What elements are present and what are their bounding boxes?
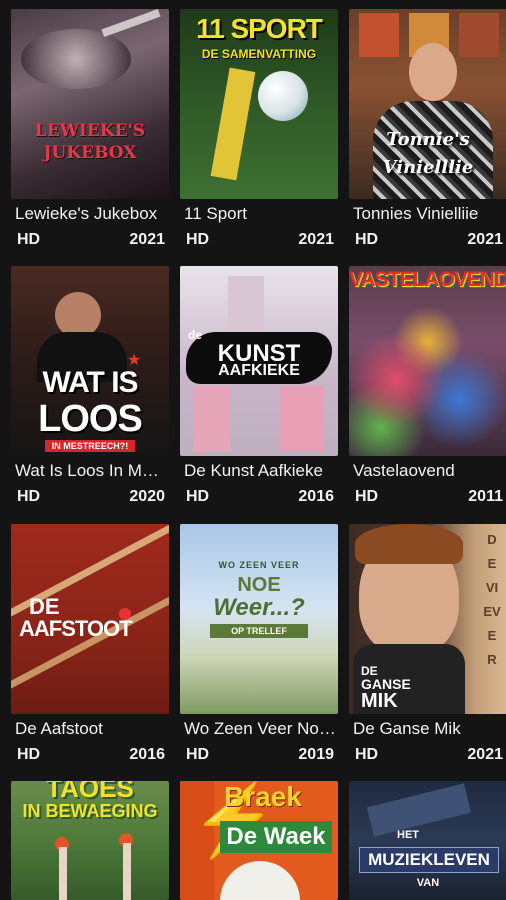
thumb-tag-text: IN MESTREECH?! (45, 440, 135, 452)
video-thumbnail[interactable]: VASTELAOVEND! (349, 266, 506, 456)
thumb-subtitle-text: DE SAMENVATTING (201, 47, 317, 61)
release-year: 2020 (129, 488, 165, 505)
video-title: De Kunst Aafkieke (184, 461, 323, 480)
thumb-prefix-text: HET (397, 829, 419, 841)
video-card[interactable]: DE VIEVER DE GANSE MIK De Ganse Mik HD 2… (349, 524, 506, 774)
thumb-title-text: WAT IS (42, 366, 138, 399)
video-thumbnail[interactable]: DE AAFSTOOT (11, 524, 169, 714)
thumb-title-text: Braek (224, 781, 302, 812)
video-thumbnail[interactable]: DE VIEVER DE GANSE MIK (349, 524, 506, 714)
release-year: 2021 (298, 231, 334, 248)
video-thumbnail[interactable]: 11 SPORT DE SAMENVATTING (180, 9, 338, 199)
release-year: 2021 (467, 231, 503, 248)
video-card[interactable]: DE AAFSTOOT De Aafstoot HD 2016 (11, 524, 169, 774)
video-card[interactable]: HET MUZIEKLEVEN VAN (349, 781, 506, 900)
thumb-title-text: MUZIEKLEVEN (359, 847, 499, 873)
video-title: Vastelaovend (353, 461, 455, 480)
video-title: Lewieke's Jukebox (15, 204, 158, 223)
video-card[interactable]: 11 SPORT DE SAMENVATTING 11 Sport HD 202… (180, 9, 338, 259)
video-grid: LEWIEKE'S JUKEBOX Lewieke's Jukebox HD 2… (0, 0, 506, 900)
quality-badge: HD (186, 231, 210, 248)
video-thumbnail[interactable]: HET MUZIEKLEVEN VAN (349, 781, 506, 900)
video-card[interactable]: ★ WAT IS LOOS IN MESTREECH?! Wat Is Loos… (11, 266, 169, 516)
release-year: 2016 (298, 488, 334, 505)
thumb-side-text: DE VIEVER (483, 532, 501, 667)
video-thumbnail[interactable]: ⚡ Braek De Waek (180, 781, 338, 900)
thumb-subtitle-text: Weer...? (213, 594, 305, 621)
release-year: 2011 (468, 488, 503, 505)
video-card[interactable]: Tonnie's Vinielllie Tonnies Vinielliie H… (349, 9, 506, 259)
thumb-subtitle-text: De Waek (220, 821, 332, 853)
video-title: Wat Is Loos In Mestreech (15, 461, 167, 480)
video-thumbnail[interactable]: TAOES IN BEWAEGING (11, 781, 169, 900)
quality-badge: HD (355, 746, 379, 763)
thumb-subtitle-text: AAFKIEKE (218, 362, 300, 379)
thumb-subtitle-text: JUKEBOX (43, 143, 137, 163)
video-title: Wo Zeen Veer Noe Weer...? (184, 719, 336, 738)
thumb-title-text: LEWIEKE'S (34, 121, 146, 141)
thumb-title-text: 11 SPORT (196, 13, 323, 44)
video-card[interactable]: de KUNST AAFKIEKE De Kunst Aafkieke HD 2… (180, 266, 338, 516)
thumb-subtitle-text: LOOS (38, 398, 143, 440)
video-thumbnail[interactable]: LEWIEKE'S JUKEBOX (11, 9, 169, 199)
release-year: 2021 (129, 231, 165, 248)
thumb-subtitle-text: AAFSTOOT (19, 616, 133, 641)
video-thumbnail[interactable]: WO ZEEN VEER NOE Weer...? OP TRELLEF (180, 524, 338, 714)
quality-badge: HD (17, 746, 41, 763)
release-year: 2016 (129, 746, 165, 763)
video-thumbnail[interactable]: de KUNST AAFKIEKE (180, 266, 338, 456)
video-title: 11 Sport (184, 204, 248, 223)
video-card[interactable]: TAOES IN BEWAEGING (11, 781, 169, 900)
video-title: De Aafstoot (15, 719, 103, 738)
video-card[interactable]: ⚡ Braek De Waek (180, 781, 338, 900)
quality-badge: HD (186, 746, 210, 763)
video-thumbnail[interactable]: ★ WAT IS LOOS IN MESTREECH?! (11, 266, 169, 456)
quality-badge: HD (17, 231, 41, 248)
thumb-title-text: Tonnie's (386, 129, 470, 150)
video-title: De Ganse Mik (353, 719, 461, 738)
quality-badge: HD (355, 488, 379, 505)
quality-badge: HD (355, 231, 379, 248)
thumb-title-text: VASTELAOVEND! (349, 268, 506, 291)
thumb-subtitle-text: IN BEWAEGING (22, 801, 158, 821)
thumb-subtitle-text: VAN (416, 877, 440, 889)
thumb-subtitle-text: MIK (361, 690, 398, 712)
video-card[interactable]: LEWIEKE'S JUKEBOX Lewieke's Jukebox HD 2… (11, 9, 169, 259)
thumb-prefix-text: WO ZEEN VEER (218, 560, 300, 570)
thumb-subtitle-text: Vinielllie (382, 157, 474, 178)
thumb-tag-text: OP TRELLEF (210, 624, 308, 638)
video-title: Tonnies Vinielliie (353, 204, 479, 223)
video-thumbnail[interactable]: Tonnie's Vinielllie (349, 9, 506, 199)
release-year: 2019 (298, 746, 334, 763)
video-card[interactable]: VASTELAOVEND! Vastelaovend HD 2011 (349, 266, 506, 516)
quality-badge: HD (17, 488, 41, 505)
quality-badge: HD (186, 488, 210, 505)
release-year: 2021 (467, 746, 503, 763)
video-card[interactable]: WO ZEEN VEER NOE Weer...? OP TRELLEF Wo … (180, 524, 338, 774)
